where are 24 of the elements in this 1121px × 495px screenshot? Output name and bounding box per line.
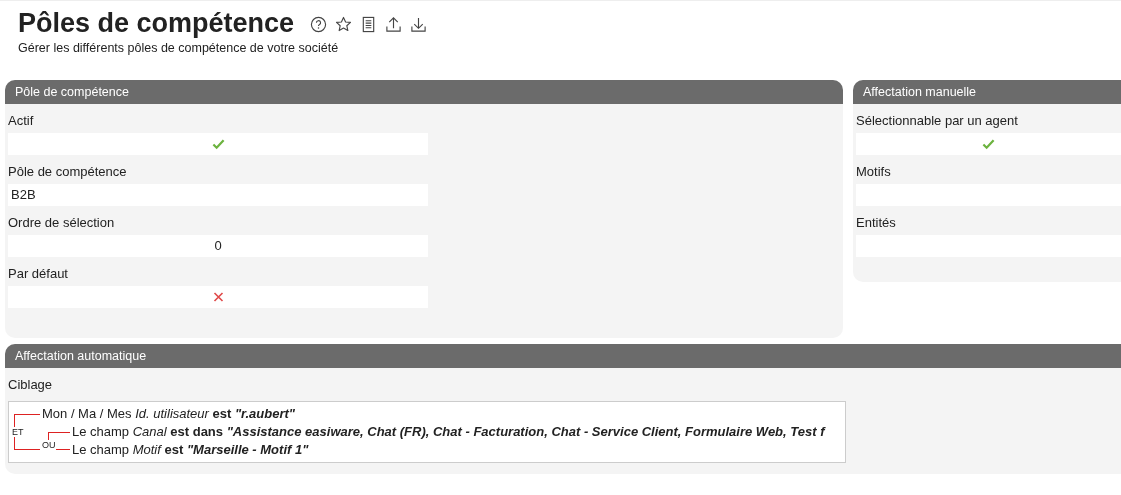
field-value: 0 bbox=[8, 235, 428, 257]
logic-operator: OU bbox=[42, 439, 56, 450]
page-title: Pôles de compétence bbox=[18, 7, 295, 40]
panel-header: Affectation automatique bbox=[5, 344, 1121, 368]
help-icon[interactable] bbox=[310, 16, 328, 33]
condition-text: Mon / Ma / Mes Id. utilisateur est "r.aubert" bbox=[41, 405, 296, 423]
star-icon[interactable] bbox=[335, 16, 353, 33]
upload-icon[interactable] bbox=[385, 16, 403, 33]
logic-operator: ET bbox=[12, 427, 24, 437]
field-label: Ciblage bbox=[8, 376, 54, 394]
field-label: Sélectionnable par un agent bbox=[856, 112, 1019, 130]
field-label: Par défaut bbox=[8, 265, 69, 283]
field-label: Motifs bbox=[856, 163, 892, 181]
field-label: Pôle de compétence bbox=[8, 163, 128, 181]
condition-text: Le champ Canal est dans "Assistance easiware, Chat (FR), Chat - Facturation, Chat - Service Client, Formulaire Web, Test f bbox=[71, 423, 825, 441]
condition-text: Le champ Motif est "Marseille - Motif 1" bbox=[71, 441, 310, 459]
field-label: Entités bbox=[856, 214, 897, 232]
panel-header: Pôle de compétence bbox=[5, 80, 843, 104]
page-subtitle: Gérer les différents pôles de compétence de votre société bbox=[18, 41, 340, 55]
panel-header: Affectation manuelle bbox=[853, 80, 1121, 104]
field-label: Actif bbox=[8, 112, 35, 130]
download-icon[interactable] bbox=[410, 16, 428, 33]
field-label: Ordre de sélection bbox=[8, 214, 116, 232]
field-value: B2B bbox=[8, 184, 428, 206]
